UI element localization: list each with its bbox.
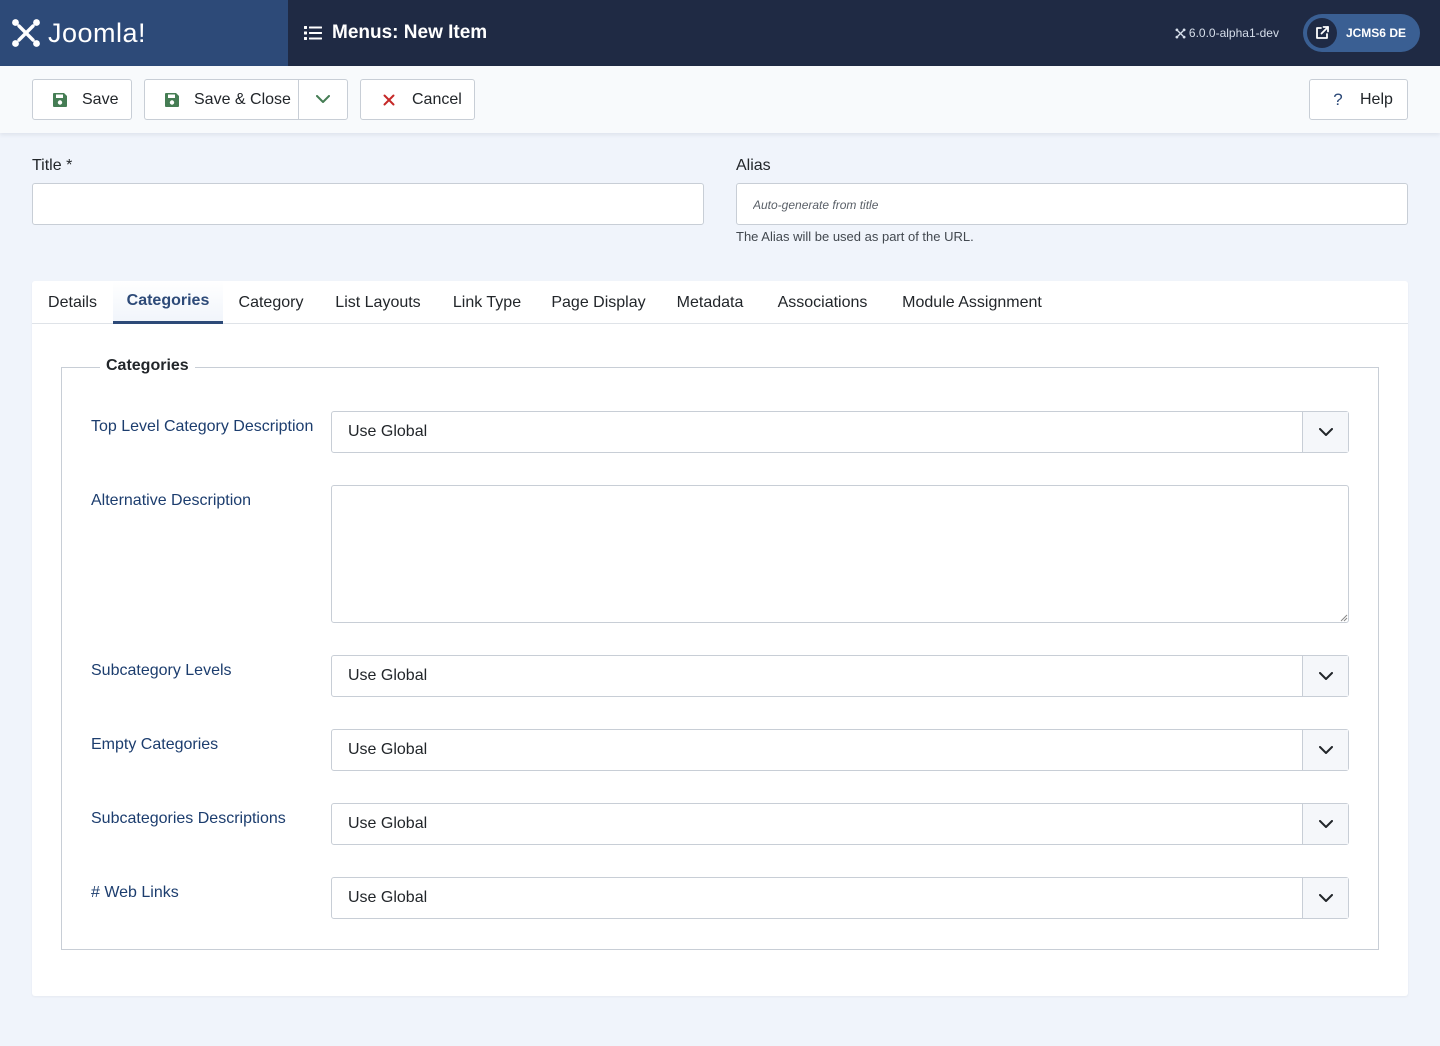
version-info: 6.0.0-alpha1-dev xyxy=(1175,26,1279,40)
save-close-button[interactable]: Save & Close xyxy=(144,79,299,120)
empty-categories-select[interactable]: Use Global xyxy=(331,729,1349,771)
list-icon xyxy=(304,26,322,40)
page-title-text: Menus: New Item xyxy=(332,22,488,43)
save-label: Save xyxy=(82,90,119,108)
tab-metadata[interactable]: Metadata xyxy=(660,281,760,324)
subcategories-descriptions-select[interactable]: Use Global xyxy=(331,803,1349,845)
fieldset-legend: Categories xyxy=(100,357,195,375)
cancel-button[interactable]: Cancel xyxy=(360,79,475,120)
top-level-description-select[interactable]: Use Global xyxy=(331,411,1349,453)
subcategory-levels-label: Subcategory Levels xyxy=(91,662,232,679)
tab-category[interactable]: Category xyxy=(223,281,319,324)
select-value: Use Global xyxy=(348,667,428,684)
joomla-small-icon xyxy=(1175,28,1186,38)
chevron-down-icon xyxy=(1302,878,1348,918)
close-icon xyxy=(383,94,395,105)
chevron-down-icon xyxy=(1302,412,1348,452)
cancel-label: Cancel xyxy=(412,90,462,108)
chevron-down-icon xyxy=(316,95,330,103)
joomla-logo[interactable]: Joomla! xyxy=(0,0,288,66)
question-icon: ? xyxy=(1333,89,1343,109)
chevron-down-icon xyxy=(1302,730,1348,770)
toolbar: Save Save & Close Cancel ? Help xyxy=(0,66,1440,133)
alternative-description-textarea[interactable] xyxy=(331,485,1349,623)
app-header: Joomla! Menus: New Item 6.0.0-alpha1-dev xyxy=(0,0,1440,66)
tab-associations[interactable]: Associations xyxy=(760,281,885,324)
tab-list-layouts[interactable]: List Layouts xyxy=(319,281,437,324)
tab-link-type[interactable]: Link Type xyxy=(437,281,537,324)
version-text: 6.0.0-alpha1-dev xyxy=(1188,26,1279,40)
save-button[interactable]: Save xyxy=(32,79,132,120)
tab-categories[interactable]: Categories xyxy=(113,281,223,324)
top-level-description-label: Top Level Category Description xyxy=(91,418,314,435)
alternative-description-label: Alternative Description xyxy=(91,492,252,509)
help-button[interactable]: ? Help xyxy=(1309,79,1408,120)
select-value: Use Global xyxy=(348,423,428,440)
select-value: Use Global xyxy=(348,741,428,758)
external-link-icon xyxy=(1306,18,1337,48)
empty-categories-label: Empty Categories xyxy=(91,736,219,753)
tabs-card: Details Categories Category List Layouts… xyxy=(32,281,1408,996)
select-value: Use Global xyxy=(348,815,428,832)
title-label: Title * xyxy=(32,157,73,174)
save-options-dropdown[interactable] xyxy=(298,79,348,120)
joomla-logo-icon xyxy=(12,19,40,47)
categories-fieldset: Categories Top Level Category Descriptio… xyxy=(61,357,1379,950)
title-input[interactable] xyxy=(32,183,704,225)
chevron-down-icon xyxy=(1302,656,1348,696)
tab-page-display[interactable]: Page Display xyxy=(537,281,660,324)
resize-grip-icon[interactable] xyxy=(1340,614,1348,622)
help-label: Help xyxy=(1360,90,1393,108)
save-icon xyxy=(165,92,179,107)
save-icon xyxy=(53,92,67,107)
alias-input[interactable] xyxy=(736,183,1408,225)
alias-label: Alias xyxy=(736,157,771,174)
subcategory-levels-select[interactable]: Use Global xyxy=(331,655,1349,697)
select-value: Use Global xyxy=(348,889,428,906)
tab-bar: Details Categories Category List Layouts… xyxy=(32,281,1408,324)
page-title: Menus: New Item xyxy=(304,22,487,44)
view-site-button[interactable]: JCMS6 DE xyxy=(1302,14,1420,52)
alias-hint: The Alias will be used as part of the UR… xyxy=(736,229,974,244)
brand-name: Joomla! xyxy=(48,17,147,48)
save-close-label: Save & Close xyxy=(194,90,291,108)
subcategories-descriptions-label: Subcategories Descriptions xyxy=(91,810,286,827)
web-links-label: # Web Links xyxy=(91,884,179,901)
chevron-down-icon xyxy=(1302,804,1348,844)
web-links-select[interactable]: Use Global xyxy=(331,877,1349,919)
tab-module-assignment[interactable]: Module Assignment xyxy=(885,281,1059,324)
site-name: JCMS6 DE xyxy=(1345,26,1406,40)
tab-details[interactable]: Details xyxy=(32,281,113,324)
